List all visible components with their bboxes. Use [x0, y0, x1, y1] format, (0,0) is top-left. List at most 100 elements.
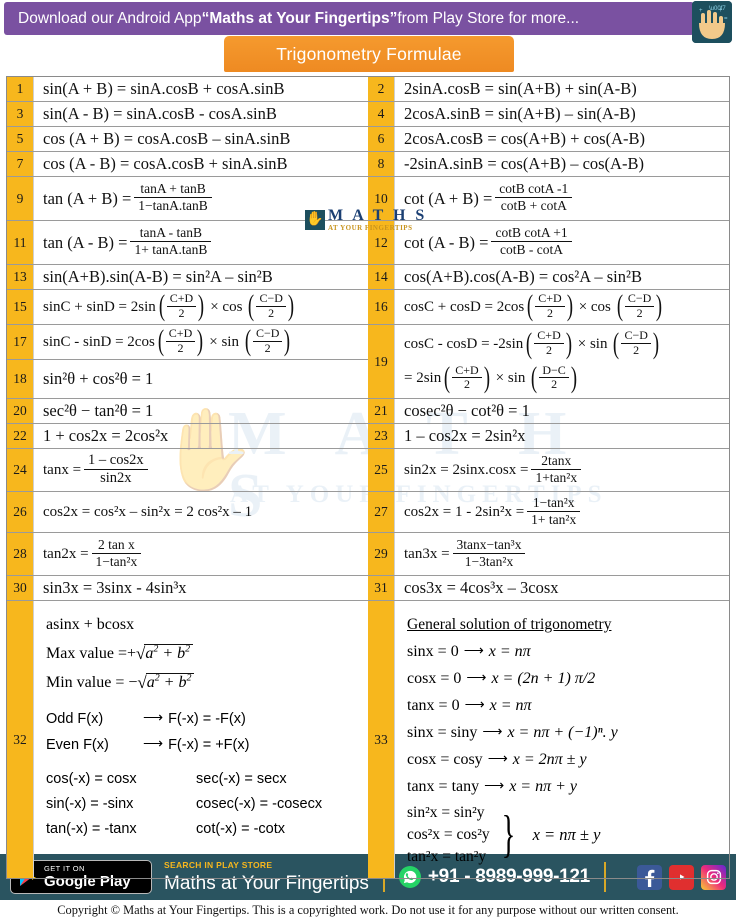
arrow-right-icon: ⟶	[143, 734, 164, 751]
formula-cell-33: General solution of trigonometry sinx = …	[395, 601, 729, 878]
general-solution-heading: General solution of trigonometry	[407, 615, 612, 633]
row-number: 25	[368, 449, 395, 492]
formula-lhs: tan (A + B) =	[43, 188, 132, 208]
fraction-denominator: 2	[546, 342, 553, 357]
asinx-bcosx-line: asinx + bcosx	[46, 615, 135, 633]
formula-cell: sin2x = 2sinx.cosx = 2tanx 1+tan²x	[395, 449, 729, 491]
formula-cell: tan (A + B) = tanA + tanB 1−tanA.tanB	[34, 177, 368, 220]
row-number: 12	[368, 221, 395, 264]
formula-lhs: sin2x = 2sinx.cosx =	[404, 461, 529, 478]
formula-mid: × sin	[577, 335, 608, 352]
formula-cell: sin²θ + cos²θ = 1	[43, 369, 154, 389]
table-row: 30 sin3x = 3sinx - 4sin³x 31 cos3x = 4cos³…	[7, 576, 729, 602]
row-number: 26	[7, 492, 34, 533]
row-number: 16	[368, 290, 395, 324]
table-row: 13 sin(A+B).sin(A-B) = sin²A – sin²B 14 co…	[7, 265, 729, 290]
identity-right: cosec(-x) = -cosecx	[196, 795, 323, 812]
general-solution-line: cosx = cosy ⟶ x = 2nπ ± y	[407, 751, 723, 769]
row-number: 7	[7, 152, 34, 176]
gs-rhs: x = nπ + y	[509, 777, 578, 795]
arrow-right-icon: ⟶	[143, 708, 164, 725]
fraction-denominator: 2	[633, 342, 640, 357]
formula-cell: cos (A + B) = cosA.cosB – sinA.sinB	[43, 129, 291, 148]
general-solution-line: tanx = 0 ⟶ x = nπ	[407, 697, 723, 715]
squared-identity: sin²x = sin²y	[407, 804, 485, 822]
table-row: 3 sin(A - B) = sinA.cosB - cosA.sinB 4 2co…	[7, 102, 729, 127]
fraction-numerator: C−D	[256, 291, 286, 307]
odd-function-result: F(-x) = -F(x)	[168, 710, 246, 727]
gs-rhs: x = nπ	[489, 696, 532, 714]
formula-lhs: cot (A - B) =	[404, 232, 489, 252]
promo-banner: Download our Android App “Maths at Your …	[4, 2, 694, 35]
row-number: 19	[368, 325, 395, 399]
fraction-numerator: C+D	[535, 291, 565, 307]
identity-left: tan(-x) = -tanx	[46, 820, 137, 837]
row-number: 11	[7, 221, 34, 264]
formula-lhs-2: = 2sin	[404, 370, 442, 387]
fraction-numerator: D−C	[539, 363, 569, 379]
squared-identities-group: sin²x = sin²y cos²x = cos²y tan²x = tan²…	[407, 802, 723, 868]
table-row: 15 sinC + sinD = 2sin (C+D 2) × cos (C−D 2…	[7, 290, 729, 325]
gs-lhs: tanx = 0	[407, 696, 460, 714]
fraction-numerator: C+D	[166, 291, 197, 307]
fraction-denominator: 2	[177, 340, 184, 355]
gs-rhs: x = nπ + (−1)ⁿ. y	[507, 723, 618, 741]
identity-left: sin(-x) = -sinx	[46, 795, 134, 812]
gs-rhs: x = (2n + 1) π/2	[491, 669, 596, 687]
formula-lhs: cosC - cosD = -2sin	[404, 335, 524, 352]
formula-mid: × cos	[578, 298, 611, 315]
identity-left: cos(-x) = cosx	[46, 770, 137, 787]
squared-identity-result: x = nπ ± y	[532, 825, 601, 845]
general-solution-line: sinx = siny ⟶ x = nπ + (−1)ⁿ. y	[407, 724, 723, 742]
fraction-numerator: cotB cotA -1	[495, 181, 573, 198]
formula-mid: × sin	[209, 333, 239, 350]
fraction-numerator: tanA - tanB	[130, 225, 212, 242]
row-number: 18	[7, 360, 34, 399]
row-number: 4	[368, 102, 395, 126]
table-row: 28 tan2x = 2 tan x 1−tan²x 29 tan3x = 3ta…	[7, 533, 729, 577]
formula-cell: cos2x = cos²x – sin²x = 2 cos²x – 1	[43, 503, 253, 520]
fraction-denominator: 1+tan²x	[535, 469, 578, 485]
fraction-numerator: 3tanx−tan³x	[452, 537, 526, 554]
formula-cell: 2cosA.sinB = sin(A+B) – sin(A-B)	[404, 104, 636, 123]
table-row: 22 1 + cos2x = 2cos²x 23 1 – cos2x = 2sin²…	[7, 424, 729, 450]
formula-cell: sin3x = 3sinx - 4sin³x	[43, 578, 187, 598]
promo-banner-suffix: from Play Store for more...	[397, 9, 580, 27]
svg-text:=: =	[724, 16, 728, 22]
formula-cell: 1 + cos2x = 2cos²x	[43, 426, 169, 446]
min-value-label: Min value = −	[46, 673, 138, 691]
formula-cell: sin(A - B) = sinA.cosB - cosA.sinB	[43, 104, 277, 123]
fraction-denominator: 2	[551, 377, 558, 392]
identity-right: cot(-x) = -cotx	[196, 820, 286, 837]
row-number: 14	[368, 265, 395, 289]
row-number: 32	[7, 601, 34, 879]
row-number: 2	[368, 77, 395, 101]
gs-lhs: sinx = 0	[407, 642, 459, 660]
row-number: 23	[368, 424, 395, 449]
fraction-denominator: 1+ tanA.tanB	[134, 242, 208, 257]
row-number: 24	[7, 449, 34, 492]
even-function-label: Even F(x)	[46, 736, 109, 753]
copyright-text: Copyright © Maths at Your Fingertips. Th…	[0, 900, 736, 920]
formula-cell: tan (A - B) = tanA - tanB 1+ tanA.tanB	[34, 221, 368, 264]
row-number: 27	[368, 492, 395, 533]
fraction-denominator: 2	[268, 305, 275, 320]
odd-function-label: Odd F(x)	[46, 710, 104, 727]
row-number: 29	[368, 533, 395, 576]
min-value-line: Min value = −√a2 + b2	[46, 672, 362, 692]
row-number: 6	[368, 127, 395, 151]
formula-lhs: cot (A + B) =	[404, 188, 493, 208]
fraction-numerator: 2tanx	[531, 453, 582, 470]
formula-cell: cos2x = 1 - 2sin²x = 1−tan²x 1+ tan²x	[395, 492, 729, 532]
fraction-numerator: cotB cotA +1	[491, 225, 572, 242]
arrow-right-icon: ⟶	[464, 697, 485, 713]
identity-row: cos(-x) = cosx sec(-x) = secx	[46, 771, 362, 787]
fraction-numerator: C+D	[452, 363, 482, 379]
formula-cell: tan2x = 2 tan x 1−tan²x	[34, 533, 368, 575]
formula-cell: cot (A - B) = cotB cotA +1 cotB - cotA	[395, 221, 729, 264]
max-value-expr: a2 + b2	[144, 643, 194, 663]
formula-lhs: tan3x =	[404, 545, 450, 562]
fraction-denominator: sin2x	[100, 469, 132, 486]
fraction-denominator: 2	[264, 340, 271, 355]
formula-cell: 2sinA.cosB = sin(A+B) + sin(A-B)	[404, 79, 637, 98]
